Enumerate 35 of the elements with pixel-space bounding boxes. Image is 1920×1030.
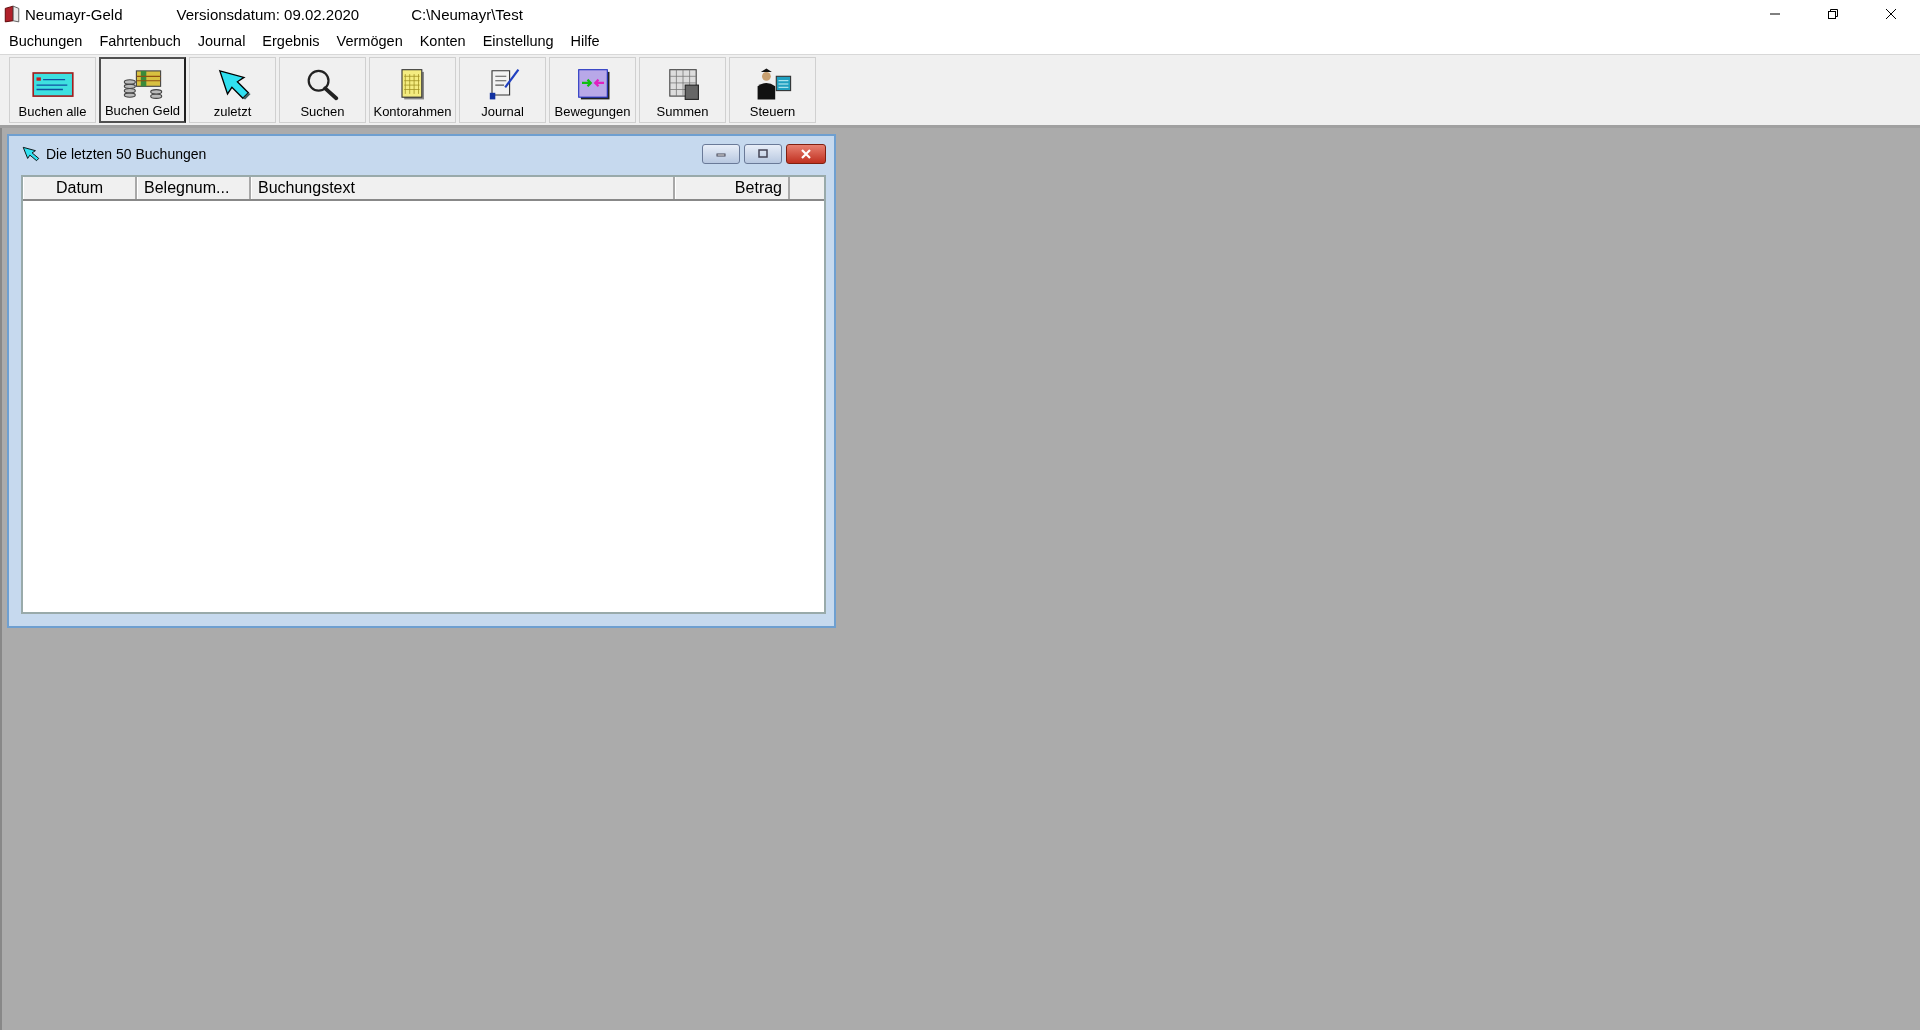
minimize-button[interactable] [702, 144, 740, 164]
maximize-icon [757, 149, 769, 159]
maximize-button[interactable] [744, 144, 782, 164]
minimize-icon [715, 150, 727, 158]
data-path: C:\Neumayr\Test [411, 5, 523, 23]
version-date: Versionsdatum: 09.02.2020 [176, 5, 360, 23]
column-header[interactable]: Buchungstext [251, 177, 675, 199]
menu-item[interactable]: Einstellung [482, 33, 554, 49]
app-title: Neumayr-Geld [25, 5, 123, 23]
menu-item[interactable]: Ergebnis [262, 33, 320, 49]
close-icon [799, 149, 813, 159]
toolbar-button[interactable]: Bewegungen [549, 57, 636, 123]
toolbar-button[interactable]: Kontorahmen [369, 57, 456, 123]
toolbar-button[interactable]: Suchen [279, 57, 366, 123]
menu-item[interactable]: Hilfe [570, 33, 600, 49]
toolbar-button[interactable]: Buchen alle [9, 57, 96, 123]
app-book-icon [3, 5, 21, 23]
close-button[interactable] [786, 144, 826, 164]
menu-item[interactable]: Vermögen [336, 33, 403, 49]
child-window-title: Die letzten 50 Buchungen [46, 146, 207, 162]
toolbar-button[interactable]: Buchen Geld [99, 57, 186, 123]
menu-item[interactable]: Konten [419, 33, 466, 49]
restore-icon [1827, 8, 1839, 20]
toolbar-button[interactable]: Steuern [729, 57, 816, 123]
menu-item[interactable]: Fahrtenbuch [99, 33, 181, 49]
toolbar-button[interactable]: Summen [639, 57, 726, 123]
toolbar-button[interactable]: Journal [459, 57, 546, 123]
column-header[interactable]: Belegnum... [137, 177, 251, 199]
cursor-arrow-icon [21, 146, 41, 162]
menu-item[interactable]: Journal [197, 33, 246, 49]
column-header[interactable]: Betrag [675, 177, 790, 199]
close-icon [1885, 8, 1897, 20]
toolbar-button[interactable]: zuletzt [189, 57, 276, 123]
menu-item[interactable]: Buchungen [9, 33, 83, 49]
column-header[interactable]: Datum [23, 177, 137, 199]
